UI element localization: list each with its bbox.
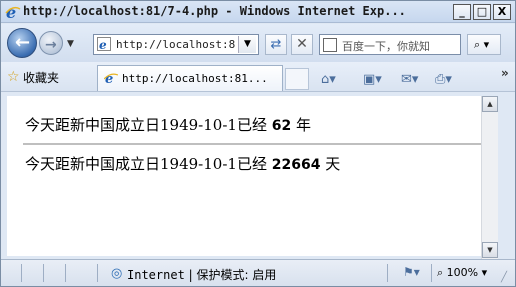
stop-icon: ✕ bbox=[296, 36, 308, 52]
print-icon[interactable]: ⎙▾ bbox=[435, 72, 452, 87]
horizontal-rule bbox=[23, 143, 481, 145]
maximize-button[interactable]: □ bbox=[473, 4, 491, 20]
address-dropdown-icon[interactable]: ▼ bbox=[238, 36, 256, 53]
status-divider bbox=[431, 264, 432, 282]
refresh-icon: ⇄ bbox=[270, 37, 282, 52]
magnifier-icon: ⌕ bbox=[437, 266, 444, 279]
days-value: 22664 bbox=[271, 157, 321, 173]
forward-arrow-icon: → bbox=[45, 37, 57, 53]
search-icon: ⌕ bbox=[474, 38, 481, 51]
days-unit: 天 bbox=[325, 155, 341, 173]
tab-page-icon: e bbox=[104, 72, 118, 85]
page-icon: e bbox=[97, 37, 111, 51]
years-value: 62 bbox=[271, 118, 292, 134]
favorites-bar: ☆ 收藏夹 e http://localhost:81... ⌂▾ ▣▾ ✉▾ … bbox=[1, 62, 515, 92]
resize-grip-icon[interactable]: ╱ bbox=[501, 272, 507, 283]
zoom-level: 100% bbox=[446, 266, 479, 279]
zone-settings-icon[interactable]: ⚑▾ bbox=[403, 265, 420, 279]
scroll-down-icon[interactable]: ▼ bbox=[482, 242, 498, 258]
page-content: 今天距新中国成立日1949-10-1已经 62 年 今天距新中国成立日1949-… bbox=[7, 96, 481, 256]
years-since-line: 今天距新中国成立日1949-10-1已经 62 年 bbox=[25, 114, 311, 135]
protected-mode-label: 保护模式: 启用 bbox=[196, 268, 277, 282]
status-divider bbox=[65, 264, 66, 282]
years-unit: 年 bbox=[296, 116, 312, 134]
status-divider bbox=[43, 264, 44, 282]
minimize-button[interactable]: _ bbox=[453, 4, 471, 20]
years-prefix: 今天距新中国成立日1949-10-1已经 bbox=[25, 116, 267, 134]
title-bar[interactable]: e http://localhost:81/7-4.php - Windows … bbox=[1, 1, 515, 23]
search-button[interactable]: ⌕ ▾ bbox=[467, 34, 501, 55]
search-provider-icon bbox=[323, 38, 337, 52]
status-divider bbox=[387, 264, 388, 282]
mail-icon[interactable]: ✉▾ bbox=[401, 72, 418, 87]
browser-window: e http://localhost:81/7-4.php - Windows … bbox=[0, 0, 516, 287]
forward-button[interactable]: → bbox=[39, 31, 63, 55]
status-bar: ◎ Internet | 保护模式: 启用 ⚑▾ ⌕ 100% ▾ ╱ bbox=[1, 259, 515, 286]
close-button[interactable]: X bbox=[493, 4, 511, 20]
tab-title: http://localhost:81... bbox=[122, 72, 268, 85]
window-title: http://localhost:81/7-4.php - Windows In… bbox=[23, 4, 406, 18]
home-icon[interactable]: ⌂▾ bbox=[321, 72, 336, 87]
star-icon[interactable]: ☆ bbox=[7, 69, 20, 85]
address-bar[interactable]: e http://localhost:8 ▼ bbox=[93, 34, 259, 55]
security-zone[interactable]: Internet | 保护模式: 启用 bbox=[127, 266, 276, 283]
zoom-control[interactable]: ⌕ 100% ▾ bbox=[437, 266, 487, 280]
favorites-button[interactable]: 收藏夹 bbox=[23, 69, 59, 86]
ie-logo-icon: e bbox=[5, 4, 21, 20]
globe-icon: ◎ bbox=[111, 266, 123, 281]
days-since-line: 今天距新中国成立日1949-10-1已经 22664 天 bbox=[25, 153, 340, 174]
more-tools-icon[interactable]: » bbox=[501, 66, 509, 80]
search-box[interactable]: 百度一下，你就知 bbox=[319, 34, 461, 55]
stop-button[interactable]: ✕ bbox=[291, 34, 313, 55]
rss-icon[interactable]: ▣▾ bbox=[363, 72, 382, 87]
days-prefix: 今天距新中国成立日1949-10-1已经 bbox=[25, 155, 267, 173]
scroll-up-icon[interactable]: ▲ bbox=[482, 96, 498, 112]
back-button[interactable]: ← bbox=[7, 28, 37, 58]
zone-separator: | bbox=[188, 268, 193, 282]
navigation-bar: ← → ▼ e http://localhost:8 ▼ ⇄ ✕ 百度一下，你就… bbox=[1, 24, 515, 62]
svg-text:e: e bbox=[99, 38, 107, 51]
refresh-button[interactable]: ⇄ bbox=[265, 34, 287, 55]
back-arrow-icon: ← bbox=[15, 32, 31, 53]
zoom-dropdown-icon: ▾ bbox=[481, 266, 488, 279]
vertical-scrollbar[interactable]: ▲ ▼ bbox=[481, 96, 498, 259]
search-input[interactable]: 百度一下，你就知 bbox=[342, 38, 430, 54]
status-divider bbox=[97, 264, 98, 282]
address-input[interactable]: http://localhost:8 bbox=[116, 38, 236, 51]
history-dropdown-icon[interactable]: ▼ bbox=[67, 39, 74, 49]
status-divider bbox=[21, 264, 22, 282]
tab-current[interactable]: e http://localhost:81... bbox=[97, 65, 283, 91]
zone-label: Internet bbox=[127, 268, 185, 282]
new-tab-button[interactable] bbox=[285, 68, 309, 90]
